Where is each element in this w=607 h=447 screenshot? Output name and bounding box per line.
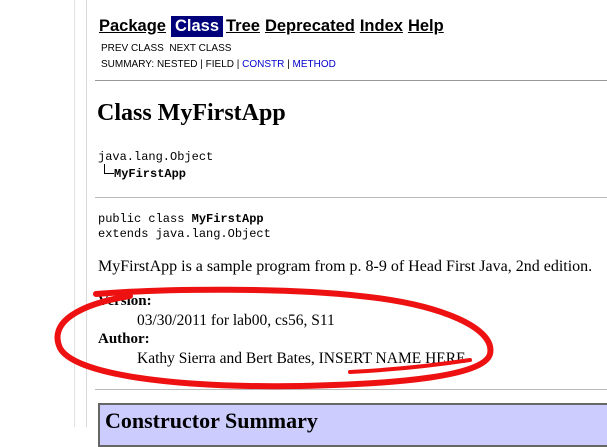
summary-nav: SUMMARY: NESTED | FIELD | CONSTR | METHO… <box>101 59 336 70</box>
frame-divider[interactable] <box>74 0 75 427</box>
nav-class-current: Class <box>170 15 223 37</box>
divider <box>95 389 607 390</box>
hierarchy-child: MyFirstApp <box>114 167 187 181</box>
version-label: Version: <box>98 293 152 309</box>
divider <box>95 197 607 198</box>
class-description: MyFirstApp is a sample program from p. 8… <box>98 258 593 275</box>
prev-next-nav: PREV CLASS NEXT CLASS <box>101 43 231 54</box>
top-navbar: Package Class Tree Deprecated Index Help <box>99 14 449 38</box>
hierarchy-root: java.lang.Object <box>98 150 214 164</box>
page-title: Class MyFirstApp <box>97 100 286 126</box>
summary-separator: | <box>284 59 293 70</box>
nav-deprecated-link[interactable]: Deprecated <box>265 17 355 36</box>
author-value: Kathy Sierra and Bert Bates, INSERT NAME… <box>137 350 466 367</box>
decl-prefix: public class <box>98 212 192 226</box>
nav-package-link[interactable]: Package <box>99 17 166 36</box>
nav-index-link[interactable]: Index <box>360 17 403 36</box>
class-doc-content: Package Class Tree Deprecated Index Help… <box>87 0 607 447</box>
class-declaration: public class MyFirstApp <box>98 212 264 226</box>
decl-class-name: MyFirstApp <box>191 212 264 226</box>
summary-prefix: SUMMARY: NESTED | FIELD | <box>101 59 243 70</box>
tree-connector <box>104 164 114 174</box>
nav-help-link[interactable]: Help <box>408 17 444 36</box>
divider <box>95 80 607 81</box>
prev-class-label: PREV CLASS <box>101 43 164 54</box>
constructor-summary-title: Constructor Summary <box>105 408 318 433</box>
constructor-summary-header: Constructor Summary <box>98 403 607 447</box>
version-value: 03/30/2011 for lab00, cs56, S11 <box>137 312 335 329</box>
summary-method-link[interactable]: METHOD <box>293 59 336 70</box>
summary-constr-link[interactable]: CONSTR <box>242 59 284 70</box>
next-class-label: NEXT CLASS <box>169 43 232 54</box>
nav-tree-link[interactable]: Tree <box>226 17 260 36</box>
class-extends: extends java.lang.Object <box>98 227 271 241</box>
author-label: Author: <box>98 331 150 347</box>
